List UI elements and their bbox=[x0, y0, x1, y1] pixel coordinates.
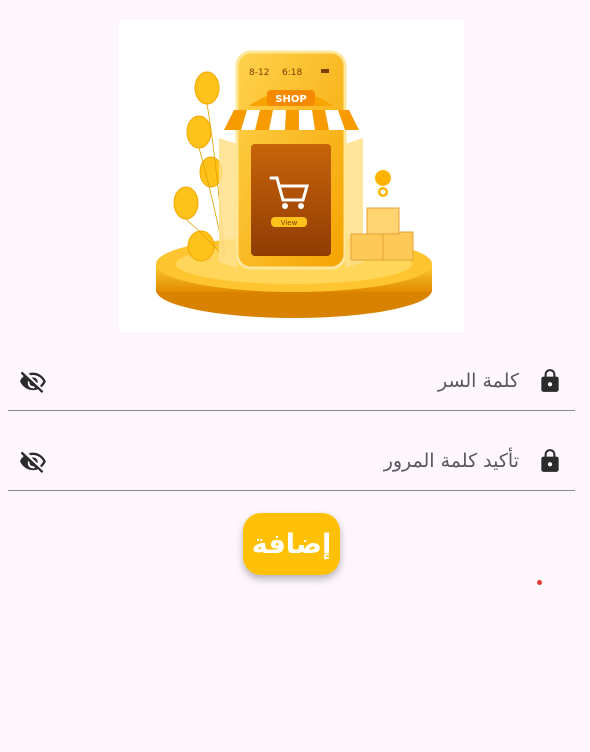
phone-time-right: 6:18 bbox=[282, 68, 302, 78]
add-button[interactable]: إضافة bbox=[243, 513, 340, 575]
lock-icon bbox=[541, 449, 559, 472]
password-placeholder[interactable]: كلمة السر bbox=[438, 370, 519, 392]
phone-time-left: 8-12 bbox=[249, 68, 269, 78]
password-field[interactable]: كلمة السر bbox=[8, 354, 575, 411]
eye-off-icon[interactable] bbox=[18, 448, 48, 476]
shop-illustration: 8-12 6:18 SHOP View bbox=[119, 20, 464, 332]
eye-off-icon[interactable] bbox=[18, 368, 48, 396]
shop-sign: SHOP bbox=[275, 94, 306, 105]
status-dot bbox=[537, 580, 542, 585]
confirm-password-placeholder[interactable]: تأكيد كلمة المرور bbox=[384, 450, 519, 472]
lock-icon bbox=[541, 369, 559, 392]
confirm-password-field[interactable]: تأكيد كلمة المرور bbox=[8, 434, 575, 491]
view-button-label: View bbox=[281, 219, 298, 227]
